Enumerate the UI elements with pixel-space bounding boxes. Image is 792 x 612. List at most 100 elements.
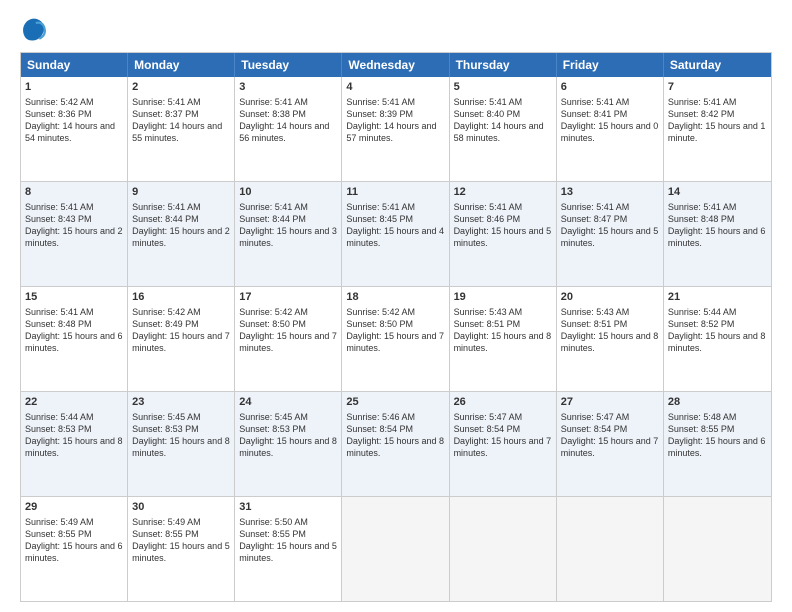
sunrise: Sunrise: 5:50 AM [239,517,308,527]
sunset: Sunset: 8:50 PM [346,319,413,329]
sunset: Sunset: 8:36 PM [25,109,92,119]
day-number: 14 [668,185,767,200]
day-number: 26 [454,395,552,410]
sunrise: Sunrise: 5:45 AM [132,412,201,422]
header-day-thursday: Thursday [450,53,557,77]
day-number: 2 [132,80,230,95]
sunrise: Sunrise: 5:41 AM [239,202,308,212]
daylight: Daylight: 14 hours and 56 minutes. [239,121,329,143]
header-day-monday: Monday [128,53,235,77]
sunset: Sunset: 8:53 PM [132,424,199,434]
calendar-row-1: 8Sunrise: 5:41 AMSunset: 8:43 PMDaylight… [21,182,771,287]
daylight: Daylight: 15 hours and 7 minutes. [454,436,552,458]
daylight: Daylight: 15 hours and 8 minutes. [132,436,230,458]
calendar-row-2: 15Sunrise: 5:41 AMSunset: 8:48 PMDayligh… [21,287,771,392]
page: SundayMondayTuesdayWednesdayThursdayFrid… [0,0,792,612]
sunrise: Sunrise: 5:41 AM [346,97,415,107]
sunset: Sunset: 8:38 PM [239,109,306,119]
daylight: Daylight: 15 hours and 0 minutes. [561,121,659,143]
calendar-body: 1Sunrise: 5:42 AMSunset: 8:36 PMDaylight… [21,77,771,601]
day-number: 16 [132,290,230,305]
sunrise: Sunrise: 5:41 AM [561,202,630,212]
sunrise: Sunrise: 5:41 AM [454,97,523,107]
daylight: Daylight: 15 hours and 7 minutes. [346,331,444,353]
day-cell-12: 12Sunrise: 5:41 AMSunset: 8:46 PMDayligh… [450,182,557,286]
sunrise: Sunrise: 5:47 AM [454,412,523,422]
day-cell-5: 5Sunrise: 5:41 AMSunset: 8:40 PMDaylight… [450,77,557,181]
day-number: 1 [25,80,123,95]
sunset: Sunset: 8:55 PM [239,529,306,539]
day-number: 17 [239,290,337,305]
sunrise: Sunrise: 5:49 AM [132,517,201,527]
sunrise: Sunrise: 5:41 AM [668,202,737,212]
daylight: Daylight: 15 hours and 5 minutes. [454,226,552,248]
day-cell-27: 27Sunrise: 5:47 AMSunset: 8:54 PMDayligh… [557,392,664,496]
empty-cell [342,497,449,601]
sunrise: Sunrise: 5:44 AM [25,412,94,422]
daylight: Daylight: 15 hours and 6 minutes. [668,226,766,248]
daylight: Daylight: 15 hours and 7 minutes. [561,436,659,458]
day-cell-25: 25Sunrise: 5:46 AMSunset: 8:54 PMDayligh… [342,392,449,496]
day-number: 9 [132,185,230,200]
sunset: Sunset: 8:52 PM [668,319,735,329]
day-number: 6 [561,80,659,95]
day-number: 18 [346,290,444,305]
header-day-wednesday: Wednesday [342,53,449,77]
header-day-sunday: Sunday [21,53,128,77]
sunrise: Sunrise: 5:43 AM [561,307,630,317]
sunrise: Sunrise: 5:41 AM [561,97,630,107]
daylight: Daylight: 15 hours and 8 minutes. [668,331,766,353]
sunset: Sunset: 8:47 PM [561,214,628,224]
sunrise: Sunrise: 5:46 AM [346,412,415,422]
calendar-row-4: 29Sunrise: 5:49 AMSunset: 8:55 PMDayligh… [21,497,771,601]
sunrise: Sunrise: 5:49 AM [25,517,94,527]
day-cell-15: 15Sunrise: 5:41 AMSunset: 8:48 PMDayligh… [21,287,128,391]
day-cell-29: 29Sunrise: 5:49 AMSunset: 8:55 PMDayligh… [21,497,128,601]
daylight: Daylight: 14 hours and 57 minutes. [346,121,436,143]
day-cell-19: 19Sunrise: 5:43 AMSunset: 8:51 PMDayligh… [450,287,557,391]
day-number: 5 [454,80,552,95]
day-cell-30: 30Sunrise: 5:49 AMSunset: 8:55 PMDayligh… [128,497,235,601]
sunset: Sunset: 8:40 PM [454,109,521,119]
day-cell-24: 24Sunrise: 5:45 AMSunset: 8:53 PMDayligh… [235,392,342,496]
empty-cell [450,497,557,601]
day-cell-14: 14 Sunrise: 5:41 AM Sunset: 8:48 PM Dayligh… [664,182,771,286]
day-number: 19 [454,290,552,305]
calendar-header: SundayMondayTuesdayWednesdayThursdayFrid… [21,53,771,77]
sunset: Sunset: 8:48 PM [25,319,92,329]
header-day-friday: Friday [557,53,664,77]
day-cell-21: 21Sunrise: 5:44 AMSunset: 8:52 PMDayligh… [664,287,771,391]
day-cell-3: 3Sunrise: 5:41 AMSunset: 8:38 PMDaylight… [235,77,342,181]
day-number: 15 [25,290,123,305]
daylight: Daylight: 15 hours and 4 minutes. [346,226,444,248]
header-day-saturday: Saturday [664,53,771,77]
daylight: Daylight: 15 hours and 5 minutes. [561,226,659,248]
day-cell-26: 26Sunrise: 5:47 AMSunset: 8:54 PMDayligh… [450,392,557,496]
day-number: 31 [239,500,337,515]
sunset: Sunset: 8:48 PM [668,214,735,224]
daylight: Daylight: 15 hours and 6 minutes. [25,331,123,353]
daylight: Daylight: 14 hours and 54 minutes. [25,121,115,143]
calendar-row-3: 22 Sunrise: 5:44 AM Sunset: 8:53 PM Dayligh… [21,392,771,497]
daylight: Daylight: 15 hours and 8 minutes. [346,436,444,458]
day-number: 25 [346,395,444,410]
day-cell-6: 6 Sunrise: 5:41 AM Sunset: 8:41 PM Daylight… [557,77,664,181]
sunset: Sunset: 8:42 PM [668,109,735,119]
day-number: 21 [668,290,767,305]
sunset: Sunset: 8:37 PM [132,109,199,119]
sunset: Sunset: 8:53 PM [25,424,92,434]
daylight: Daylight: 15 hours and 8 minutes. [454,331,552,353]
sunset: Sunset: 8:51 PM [561,319,628,329]
sunset: Sunset: 8:41 PM [561,109,628,119]
day-cell-2: 2Sunrise: 5:41 AMSunset: 8:37 PMDaylight… [128,77,235,181]
sunset: Sunset: 8:53 PM [239,424,306,434]
day-number: 29 [25,500,123,515]
day-cell-17: 17Sunrise: 5:42 AMSunset: 8:50 PMDayligh… [235,287,342,391]
day-number: 22 [25,395,123,410]
sunrise: Sunrise: 5:41 AM [454,202,523,212]
sunset: Sunset: 8:50 PM [239,319,306,329]
sunset: Sunset: 8:55 PM [668,424,735,434]
day-number: 11 [346,185,444,200]
sunset: Sunset: 8:54 PM [561,424,628,434]
day-cell-10: 10Sunrise: 5:41 AMSunset: 8:44 PMDayligh… [235,182,342,286]
